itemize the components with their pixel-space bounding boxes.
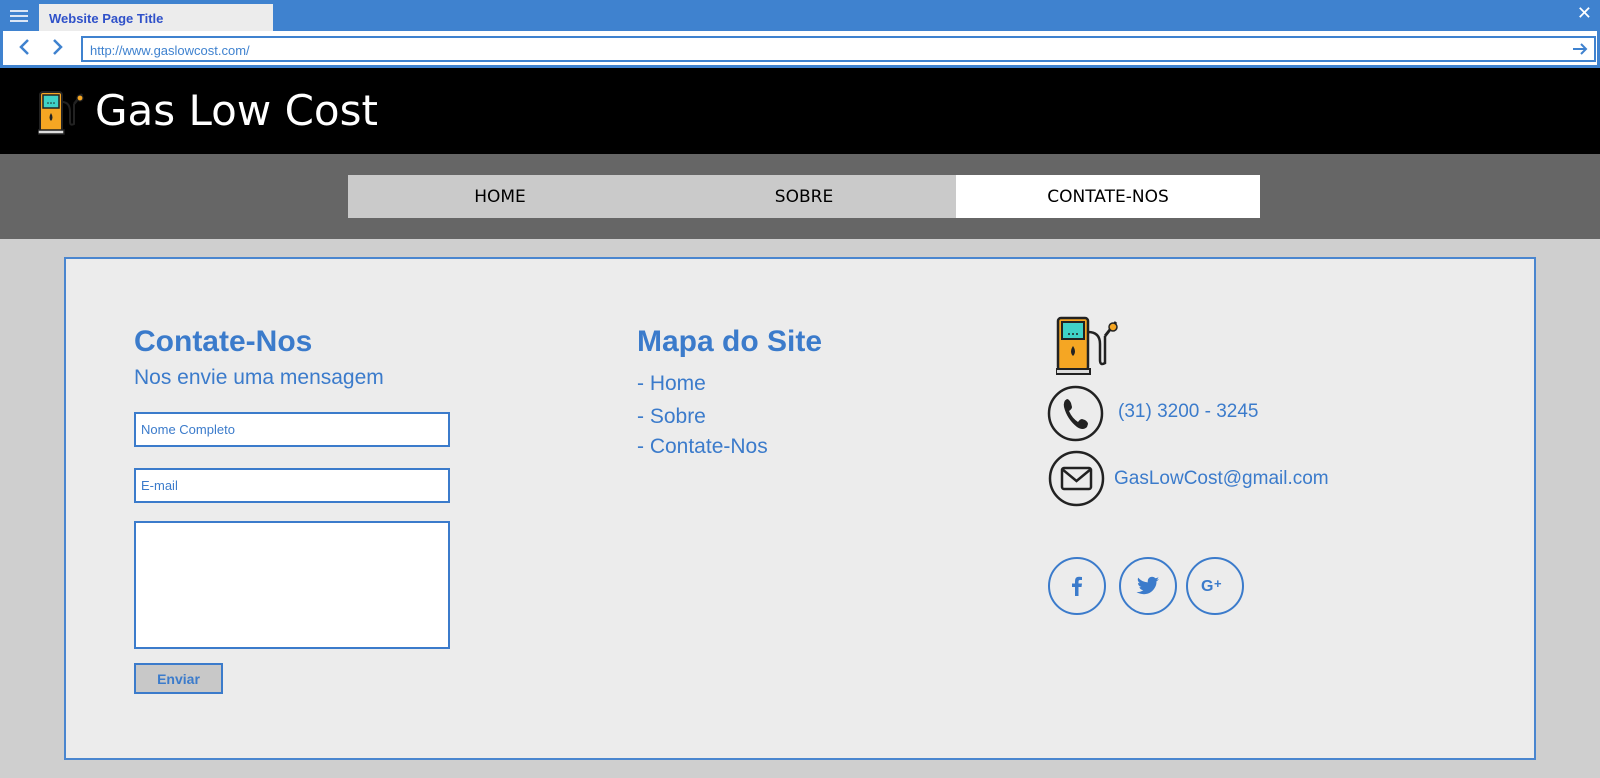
menu-item-contate-nos[interactable]: CONTATE-NOS xyxy=(956,175,1260,218)
url-text: http://www.gaslowcost.com/ xyxy=(90,43,250,58)
facebook-icon[interactable] xyxy=(1048,557,1106,615)
google-plus-icon[interactable]: G + xyxy=(1186,557,1244,615)
menu-item-sobre[interactable]: SOBRE xyxy=(652,175,956,218)
menu-item-home[interactable]: HOME xyxy=(348,175,652,218)
address-bar[interactable]: http://www.gaslowcost.com/ xyxy=(81,36,1596,62)
phone-icon xyxy=(1047,385,1104,442)
site-header: Gas Low Cost xyxy=(0,68,1600,154)
main-menu-band: HOME SOBRE CONTATE-NOS xyxy=(0,154,1600,239)
twitter-icon[interactable] xyxy=(1119,557,1177,615)
email-field[interactable] xyxy=(134,468,450,503)
name-field[interactable] xyxy=(134,412,450,447)
main-menu: HOME SOBRE CONTATE-NOS xyxy=(348,175,1260,218)
forward-arrow-icon[interactable] xyxy=(47,37,67,57)
gas-pump-logo-icon xyxy=(37,88,86,136)
contact-title: Contate-Nos xyxy=(134,325,313,358)
message-field[interactable] xyxy=(134,521,450,649)
tab-title: Website Page Title xyxy=(49,11,164,26)
sitemap-link-sobre[interactable]: - Sobre xyxy=(637,405,706,429)
browser-navbar: http://www.gaslowcost.com/ xyxy=(0,31,1600,68)
envelope-icon xyxy=(1048,450,1105,507)
phone-number[interactable]: (31) 3200 - 3245 xyxy=(1118,401,1259,423)
sitemap-link-home[interactable]: - Home xyxy=(637,372,706,396)
sitemap-title: Mapa do Site xyxy=(637,325,823,358)
back-arrow-icon[interactable] xyxy=(15,37,35,57)
sitemap-link-contate-nos[interactable]: - Contate-Nos xyxy=(637,435,768,459)
hamburger-menu-icon[interactable] xyxy=(8,7,30,25)
contact-subtitle: Nos envie uma mensagem xyxy=(134,366,384,389)
browser-titlebar: Website Page Title ✕ xyxy=(0,0,1600,31)
close-icon[interactable]: ✕ xyxy=(1577,3,1592,24)
svg-text:G: G xyxy=(1201,578,1213,595)
email-address[interactable]: GasLowCost@gmail.com xyxy=(1114,468,1329,490)
svg-text:+: + xyxy=(1214,576,1222,591)
gas-pump-icon xyxy=(1055,314,1120,376)
browser-tab[interactable]: Website Page Title xyxy=(39,4,273,31)
content-card: Contate-Nos Nos envie uma mensagem Envia… xyxy=(64,257,1536,760)
go-arrow-icon[interactable] xyxy=(1571,40,1589,58)
site-brand-title[interactable]: Gas Low Cost xyxy=(95,86,378,135)
send-button[interactable]: Enviar xyxy=(134,663,223,694)
